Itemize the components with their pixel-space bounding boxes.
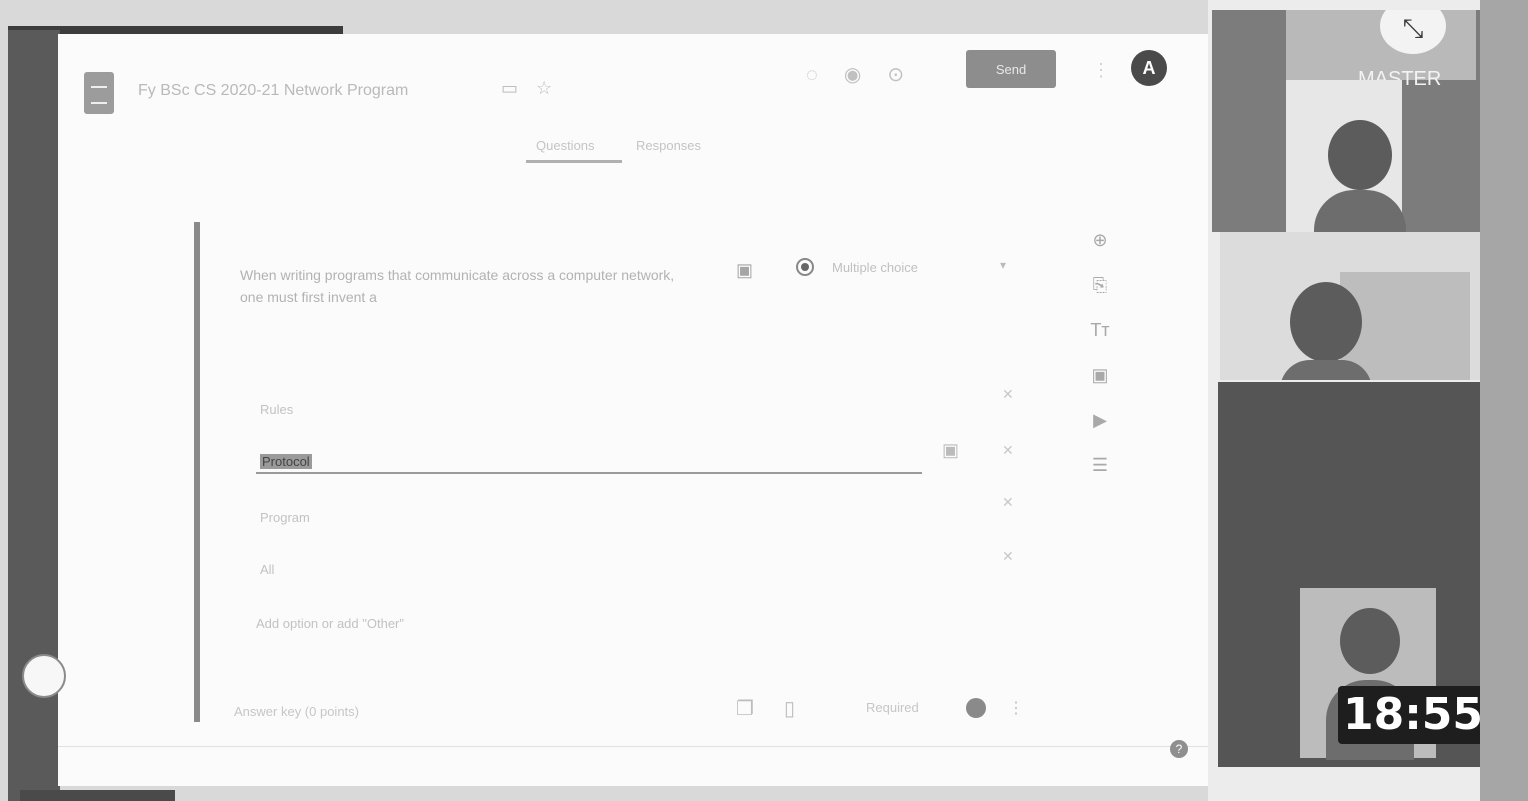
elapsed-timer: 18:55 [1338, 686, 1488, 744]
question-text[interactable]: When writing programs that communicate a… [240, 264, 680, 308]
send-button[interactable]: Send [966, 50, 1056, 88]
card-footer-icons: ❐▯ [736, 696, 825, 721]
option-4[interactable]: All [260, 562, 274, 577]
title-action-icons: ▭☆ [501, 78, 570, 99]
right-frame-edge [1480, 0, 1528, 801]
more-options-icon[interactable]: ⋮ [1092, 60, 1110, 81]
forms-editor-screen: Fy BSc CS 2020-21 Network Program ▭☆ ◌◉⊙… [58, 34, 1208, 786]
remove-option-2-icon[interactable]: ✕ [1002, 442, 1014, 459]
question-more-icon[interactable]: ⋮ [1008, 698, 1024, 718]
import-questions-icon[interactable]: ⎘ [1086, 271, 1114, 299]
star-icon[interactable]: ☆ [536, 78, 570, 98]
palette-icon[interactable]: ◌ [806, 64, 844, 86]
folder-icon[interactable]: ▭ [501, 78, 536, 98]
device-frame-bottom [20, 790, 175, 801]
participant-head [1290, 282, 1362, 362]
video-call-panel: MASTER ⤡ 18:55 [1208, 0, 1488, 801]
tab-responses[interactable]: Responses [636, 138, 701, 153]
forms-logo-icon[interactable] [84, 72, 114, 114]
settings-icon[interactable]: ⊙ [887, 64, 930, 86]
option-image-icon[interactable]: ▣ [942, 440, 959, 461]
participant-tile-2[interactable] [1220, 232, 1480, 380]
home-button[interactable] [22, 654, 66, 698]
option-2[interactable]: Protocol [260, 454, 312, 469]
active-tab-indicator [526, 160, 622, 163]
chevron-down-icon[interactable]: ▾ [1000, 258, 1006, 272]
delete-icon[interactable]: ▯ [784, 698, 825, 720]
required-toggle[interactable] [966, 698, 986, 718]
page-divider [58, 746, 1208, 747]
add-section-icon[interactable]: ☰ [1086, 451, 1114, 479]
answer-key-link[interactable]: Answer key (0 points) [234, 704, 359, 719]
participant-video-1 [1286, 80, 1406, 232]
card-focus-bar [194, 222, 200, 722]
floating-toolbar: ⊕ ⎘ Tт ▣ ▶ ☰ [1086, 226, 1120, 496]
participant-body [1314, 190, 1406, 232]
option-input-underline [256, 472, 922, 474]
add-title-icon[interactable]: Tт [1086, 316, 1114, 344]
question-type-radio-icon [796, 258, 814, 276]
add-image-icon[interactable]: ▣ [1086, 361, 1114, 389]
add-video-icon[interactable]: ▶ [1086, 406, 1114, 434]
option-1[interactable]: Rules [260, 402, 293, 417]
tab-questions[interactable]: Questions [536, 138, 595, 153]
remove-option-4-icon[interactable]: ✕ [1002, 548, 1014, 565]
add-image-icon[interactable]: ▣ [736, 260, 753, 281]
remove-option-3-icon[interactable]: ✕ [1002, 494, 1014, 511]
duplicate-icon[interactable]: ❐ [736, 698, 784, 720]
add-question-icon[interactable]: ⊕ [1086, 226, 1114, 254]
remove-option-1-icon[interactable]: ✕ [1002, 386, 1014, 403]
participant-tile-1[interactable]: MASTER ⤡ [1212, 10, 1480, 232]
participant-head [1328, 120, 1392, 190]
preview-icon[interactable]: ◉ [844, 64, 887, 86]
question-type-select[interactable]: Multiple choice [832, 260, 918, 275]
required-label: Required [866, 700, 919, 715]
document-title[interactable]: Fy BSc CS 2020-21 Network Program [138, 82, 408, 100]
option-3[interactable]: Program [260, 510, 310, 525]
help-icon[interactable]: ? [1170, 740, 1188, 758]
account-avatar[interactable]: A [1131, 50, 1167, 86]
toolbar-icons: ◌◉⊙ [806, 62, 930, 87]
participant-head [1340, 608, 1400, 674]
add-option-link[interactable]: Add option or add "Other" [256, 616, 404, 631]
question-card[interactable]: When writing programs that communicate a… [194, 222, 1034, 722]
